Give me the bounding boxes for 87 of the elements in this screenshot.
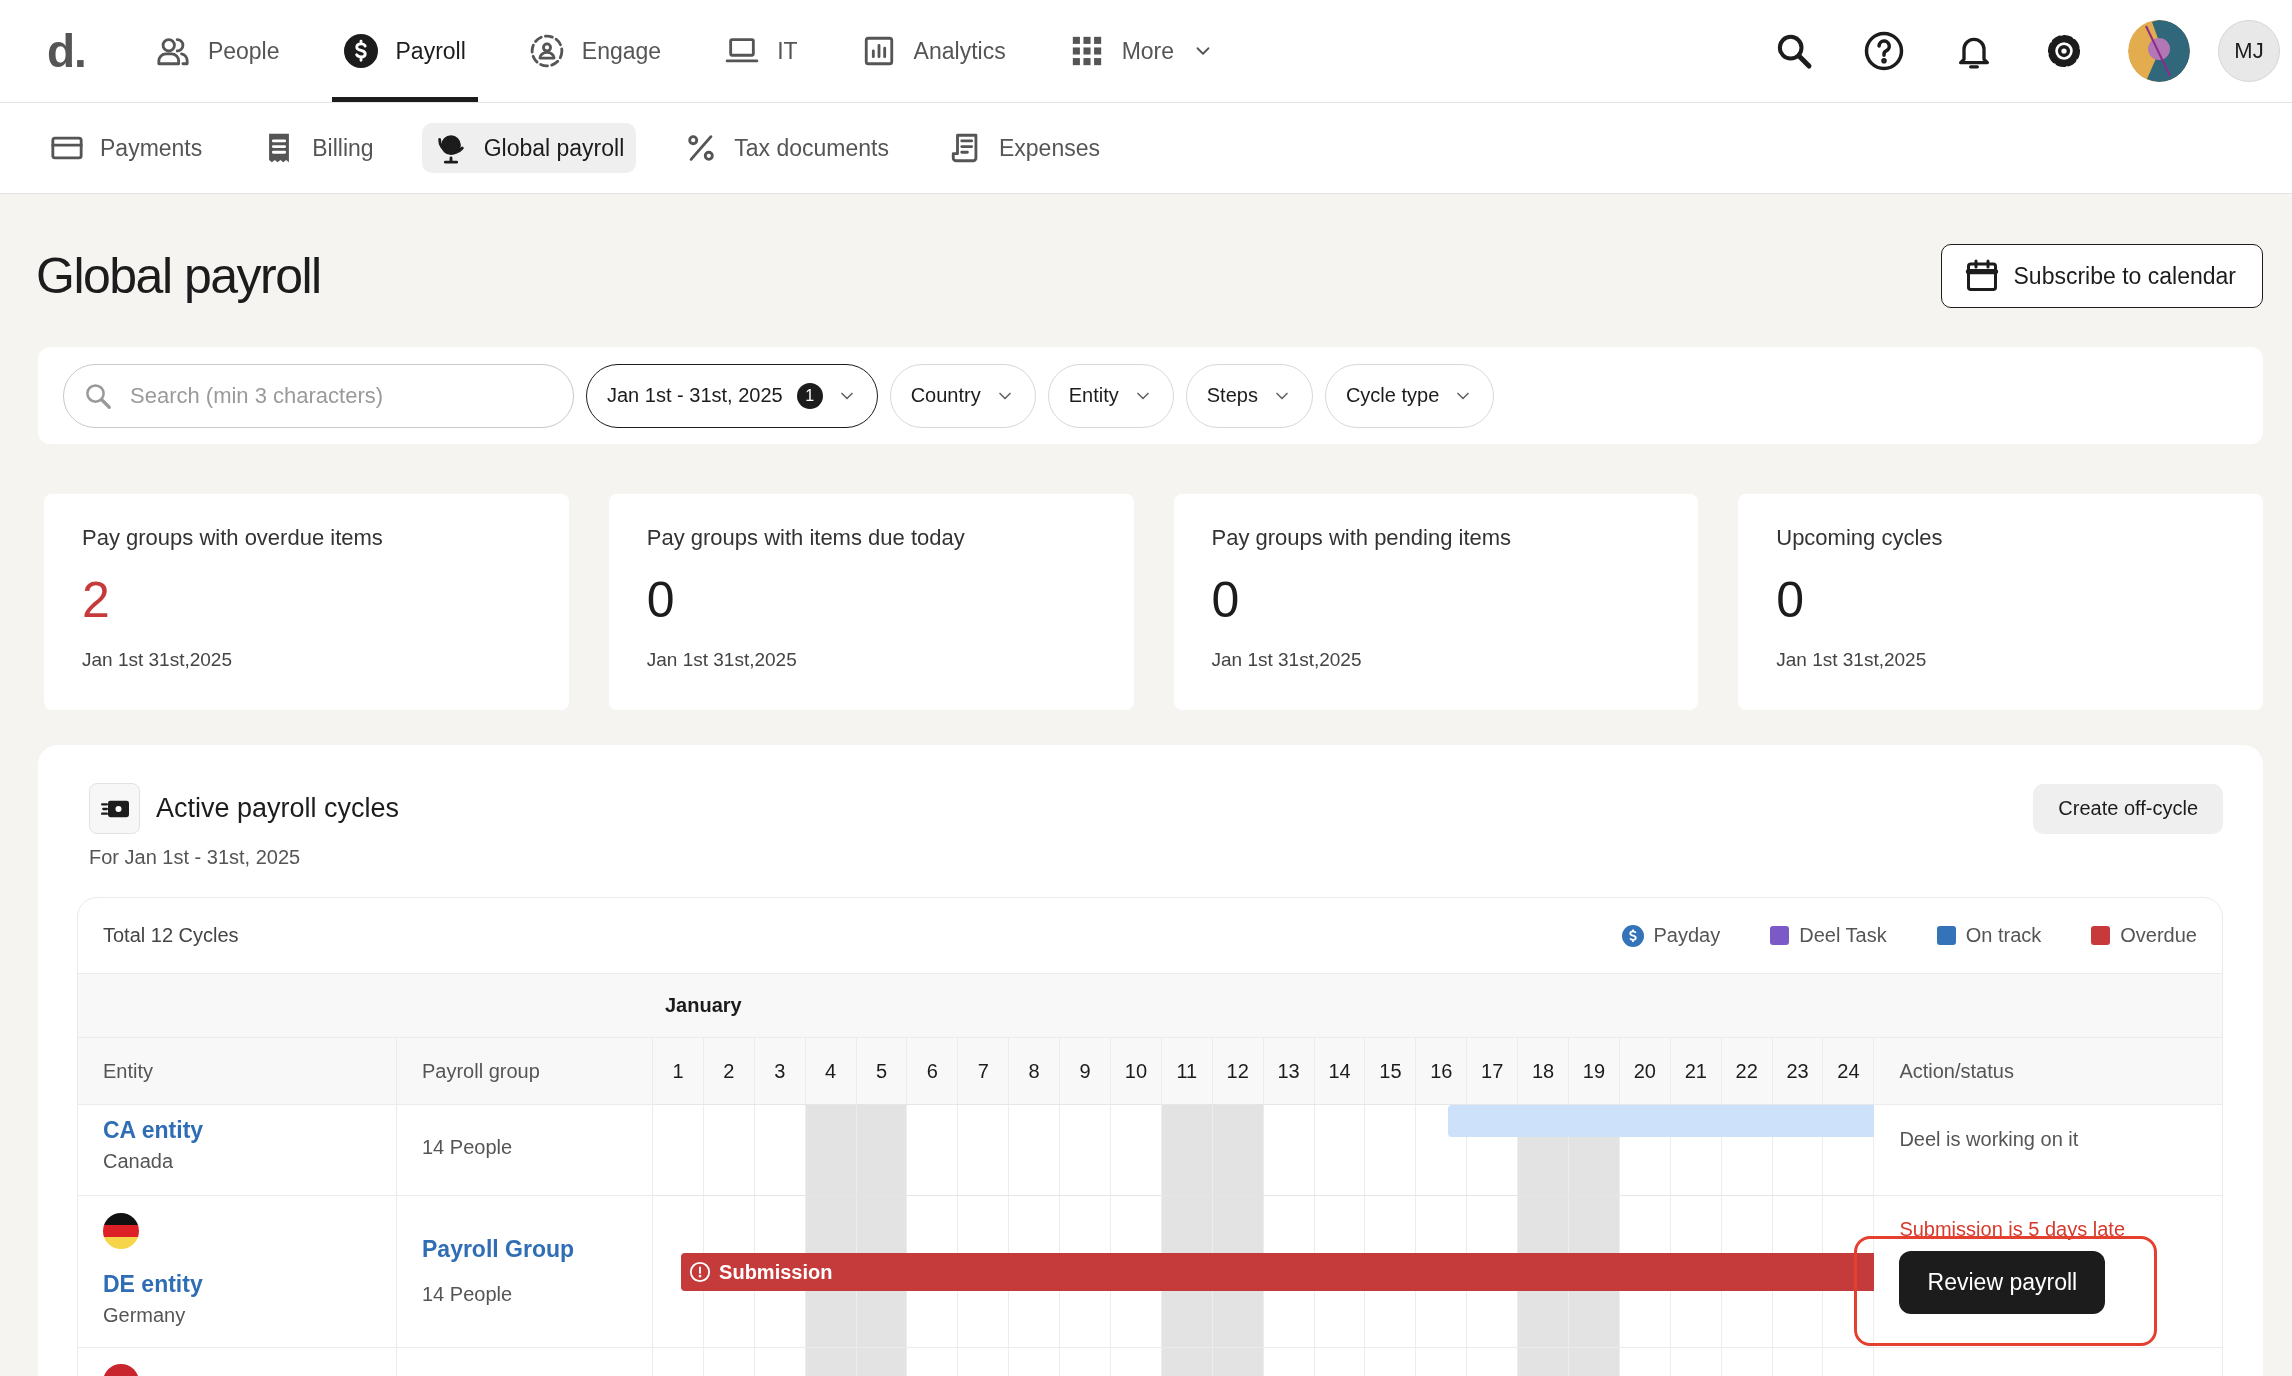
day-header: 6 <box>907 1038 959 1104</box>
people-count: 14 People <box>422 1283 514 1306</box>
day-header: 15 <box>1365 1038 1417 1104</box>
stat-title: Pay groups with overdue items <box>82 525 384 551</box>
month-header: January <box>664 994 743 1017</box>
stat-value: 0 <box>1776 571 1806 629</box>
review-payroll-button[interactable]: Review payroll <box>1899 1251 2106 1314</box>
count-badge: 1 <box>796 382 823 409</box>
create-off-cycle-button[interactable]: Create off-cycle <box>2033 783 2223 834</box>
subscribe-button[interactable]: Subscribe to calendar <box>1940 244 2263 308</box>
country-text: Germany <box>103 1304 187 1327</box>
day-header: 19 <box>1569 1038 1620 1104</box>
day-header: 13 <box>1263 1038 1315 1104</box>
filter-dropdown[interactable]: Cycle type <box>1324 363 1495 428</box>
day-header: 7 <box>958 1038 1010 1104</box>
legend-label: Deel Task <box>1799 924 1887 947</box>
dollar-icon <box>343 34 378 68</box>
alert-icon <box>689 1261 712 1283</box>
stat-date: Jan 1st 31st,2025 <box>82 649 233 671</box>
stat-value: 0 <box>646 571 676 629</box>
stat-date: Jan 1st 31st,2025 <box>646 649 798 671</box>
subnav-tab[interactable]: Tax documents <box>672 123 901 173</box>
status-text: Deel is working on it <box>1899 1128 2080 1151</box>
entity-link[interactable]: DE entity <box>103 1271 396 1298</box>
user-initials-avatar[interactable]: MJ <box>2218 20 2280 82</box>
day-header: 14 <box>1314 1038 1366 1104</box>
stat-value: 0 <box>1211 571 1241 629</box>
day-header: 4 <box>805 1038 857 1104</box>
entity-link[interactable]: CA entity <box>103 1117 396 1144</box>
legend-label: Overdue <box>2120 924 2197 947</box>
status-text: Submission is 5 days late <box>1899 1218 2126 1241</box>
payroll-group-link[interactable]: Payroll Group <box>422 1236 652 1263</box>
filter-dropdown[interactable]: Steps <box>1185 363 1313 428</box>
logo[interactable]: d. <box>47 24 86 78</box>
column-header: Entity <box>78 1038 397 1104</box>
calendar-icon <box>1963 258 2000 294</box>
nav-tab[interactable]: People <box>143 0 292 102</box>
day-header: 16 <box>1416 1038 1468 1104</box>
day-header: 17 <box>1467 1038 1519 1104</box>
total-cycles-text: Total 12 Cycles <box>103 924 239 947</box>
stat-date: Jan 1st 31st,2025 <box>1211 649 1363 671</box>
day-header: 21 <box>1670 1038 1722 1104</box>
subnav-tab[interactable]: Global payroll <box>421 123 637 173</box>
stat-title: Pay groups with items due today <box>646 525 966 551</box>
section-subtitle: For Jan 1st - 31st, 2025 <box>89 846 302 869</box>
nav-tab[interactable]: Analytics <box>849 0 1018 102</box>
people-count: 14 People <box>422 1136 514 1159</box>
timeline-bar[interactable]: Submission <box>681 1253 1875 1291</box>
subnav-tab[interactable]: Billing <box>250 123 386 173</box>
day-header: 5 <box>856 1038 908 1104</box>
column-header: Payroll group <box>397 1038 653 1104</box>
bar-label: Submission <box>719 1260 833 1284</box>
day-header: 11 <box>1161 1038 1213 1104</box>
filter-dropdown[interactable]: Country <box>889 363 1036 428</box>
nav-tab[interactable]: IT <box>713 0 810 102</box>
column-header: Action/status <box>1898 1058 2015 1084</box>
filter-dropdown[interactable]: Entity <box>1047 363 1174 428</box>
help-icon[interactable] <box>1863 30 1905 72</box>
avatar[interactable] <box>2128 20 2190 82</box>
search-field[interactable]: Search (min 3 characters) <box>63 363 574 428</box>
stat-date: Jan 1st 31st,2025 <box>1776 649 1928 671</box>
subnav-tab[interactable]: Payments <box>38 123 215 173</box>
nav-tab[interactable]: More <box>1057 0 1227 102</box>
stat-title: Upcoming cycles <box>1776 525 1944 551</box>
stat-title: Pay groups with pending items <box>1211 525 1513 551</box>
day-header: 18 <box>1518 1038 1570 1104</box>
day-header: 20 <box>1619 1038 1671 1104</box>
day-header: 12 <box>1212 1038 1264 1104</box>
legend-label: Payday <box>1653 924 1721 947</box>
day-header: 24 <box>1823 1038 1875 1104</box>
person-icon <box>529 34 564 68</box>
day-header: 2 <box>703 1038 755 1104</box>
day-header: 22 <box>1721 1038 1773 1104</box>
stat-value: 2 <box>82 571 111 629</box>
day-header: 10 <box>1111 1038 1162 1104</box>
day-header: 9 <box>1060 1038 1111 1104</box>
day-header: 1 <box>653 1038 704 1104</box>
nav-tab[interactable]: Engage <box>517 0 674 102</box>
day-header: 8 <box>1009 1038 1061 1104</box>
subnav-tab[interactable]: Expenses <box>937 123 1112 173</box>
section-title: Active payroll cycles <box>156 793 400 824</box>
page-title: Global payroll <box>36 247 321 305</box>
day-header: 3 <box>754 1038 806 1104</box>
day-header: 23 <box>1772 1038 1824 1104</box>
legend-label: On track <box>1965 924 2042 947</box>
country-text: Canada <box>103 1150 175 1173</box>
filter-dropdown[interactable]: Jan 1st - 31st, 2025 1 <box>586 363 878 428</box>
